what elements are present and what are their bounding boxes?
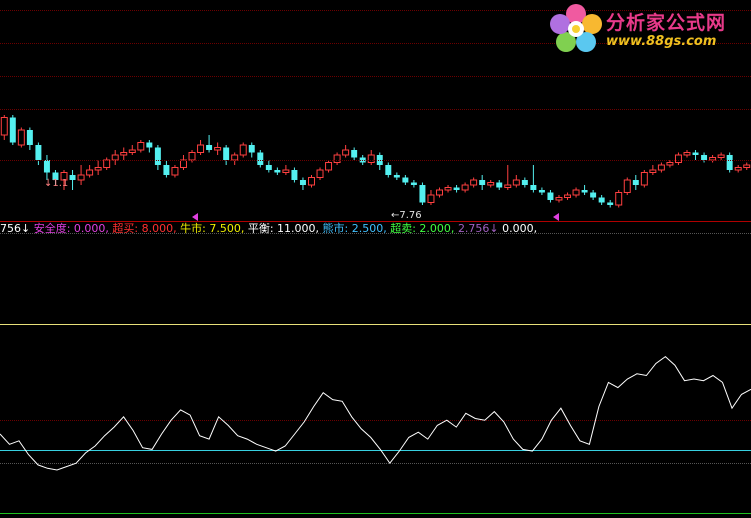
candle-body[interactable] <box>9 117 16 143</box>
signal-annotation: ↓1.1 <box>44 178 69 189</box>
signal-marker-icon <box>192 213 198 221</box>
candle-body[interactable] <box>461 184 469 191</box>
candle-body[interactable] <box>547 192 554 201</box>
candle-body[interactable] <box>470 179 478 186</box>
candle-body[interactable] <box>342 149 350 156</box>
candle-body[interactable] <box>274 170 281 173</box>
flower-logo-icon <box>550 4 602 52</box>
candle-body[interactable] <box>487 182 495 186</box>
candle-body[interactable] <box>0 117 8 136</box>
candle-body[interactable] <box>282 169 290 173</box>
grid-line <box>0 109 751 110</box>
candle-body[interactable] <box>26 130 33 145</box>
candle-body[interactable] <box>223 147 230 161</box>
candle-body[interactable] <box>257 152 264 166</box>
candle-body[interactable] <box>572 189 580 196</box>
candle-body[interactable] <box>325 162 333 171</box>
candle-body[interactable] <box>683 152 691 156</box>
candle-body[interactable] <box>726 155 733 170</box>
candle-body[interactable] <box>299 180 306 185</box>
candle-body[interactable] <box>598 197 605 203</box>
candle-body[interactable] <box>607 202 614 206</box>
candle-body[interactable] <box>657 164 665 171</box>
candle-body[interactable] <box>333 154 341 163</box>
candle-body[interactable] <box>43 160 50 173</box>
candle-body[interactable] <box>444 187 452 191</box>
candle-body[interactable] <box>615 192 623 206</box>
logo-url: www.88gs.com <box>606 34 717 49</box>
candle-body[interactable] <box>308 177 315 186</box>
candle-body[interactable] <box>632 180 639 185</box>
candle-body[interactable] <box>666 162 674 166</box>
candle-body[interactable] <box>86 169 94 176</box>
candle-body[interactable] <box>103 159 111 168</box>
candle-body[interactable] <box>419 185 426 203</box>
grid-line <box>0 160 751 161</box>
candle-body[interactable] <box>146 142 153 148</box>
candle-body[interactable] <box>197 144 205 153</box>
candle-body[interactable] <box>35 145 42 160</box>
candle-body[interactable] <box>479 180 486 185</box>
candle-body[interactable] <box>623 179 631 193</box>
candle-body[interactable] <box>512 179 520 186</box>
candle-body[interactable] <box>137 142 145 151</box>
candle-body[interactable] <box>564 194 572 198</box>
candle-body[interactable] <box>555 197 563 201</box>
candle-body[interactable] <box>291 170 298 180</box>
candle-body[interactable] <box>351 150 358 158</box>
candle-body[interactable] <box>69 175 76 180</box>
candle-body[interactable] <box>590 192 597 198</box>
candle-body[interactable] <box>581 190 588 193</box>
low-price-annotation: ←7.76 <box>391 210 422 221</box>
candle-body[interactable] <box>171 167 179 176</box>
candle-body[interactable] <box>239 144 247 156</box>
candle-body[interactable] <box>385 165 392 175</box>
candle-body[interactable] <box>530 185 537 190</box>
candle-body[interactable] <box>367 154 375 163</box>
indicator-line-chart[interactable] <box>0 236 751 516</box>
candle-body[interactable] <box>206 145 213 150</box>
candle-body[interactable] <box>504 184 512 188</box>
candle-body[interactable] <box>179 159 187 168</box>
candle-body[interactable] <box>120 152 128 156</box>
candle-body[interactable] <box>154 147 161 166</box>
candle-body[interactable] <box>521 180 528 185</box>
candle-body[interactable] <box>128 149 136 153</box>
candle-body[interactable] <box>640 172 648 186</box>
candle-body[interactable] <box>17 129 25 146</box>
candle-body[interactable] <box>649 169 657 173</box>
candle-body[interactable] <box>692 152 699 156</box>
site-logo[interactable]: 分析家公式网 www.88gs.com <box>548 2 748 54</box>
indicator-series-line <box>0 355 751 471</box>
grid-line <box>0 76 751 77</box>
candle-body[interactable] <box>188 152 196 161</box>
candle-body[interactable] <box>674 154 682 163</box>
signal-marker-icon <box>553 213 559 221</box>
candle-body[interactable] <box>734 167 742 171</box>
candle-body[interactable] <box>393 175 400 178</box>
candle-body[interactable] <box>538 190 545 193</box>
candle-body[interactable] <box>453 187 460 191</box>
candle-body[interactable] <box>163 165 170 175</box>
candle-body[interactable] <box>265 165 272 170</box>
candle-body[interactable] <box>436 189 443 196</box>
candle-body[interactable] <box>402 177 409 183</box>
candle-body[interactable] <box>316 169 324 178</box>
chart-stage: 756↓ 安全度: 0.000, 超买: 8.000, 牛市: 7.500, 平… <box>0 0 751 518</box>
candle-body[interactable] <box>94 167 102 171</box>
logo-title: 分析家公式网 <box>606 12 727 34</box>
candle-body[interactable] <box>248 145 255 153</box>
candle-body[interactable] <box>717 154 725 158</box>
candle-body[interactable] <box>496 182 503 188</box>
candle-body[interactable] <box>427 194 435 203</box>
grid-line <box>0 233 751 234</box>
candle-body[interactable] <box>743 164 751 168</box>
candle-body[interactable] <box>214 147 222 151</box>
candle-body[interactable] <box>77 174 85 181</box>
candle-body[interactable] <box>410 182 417 186</box>
